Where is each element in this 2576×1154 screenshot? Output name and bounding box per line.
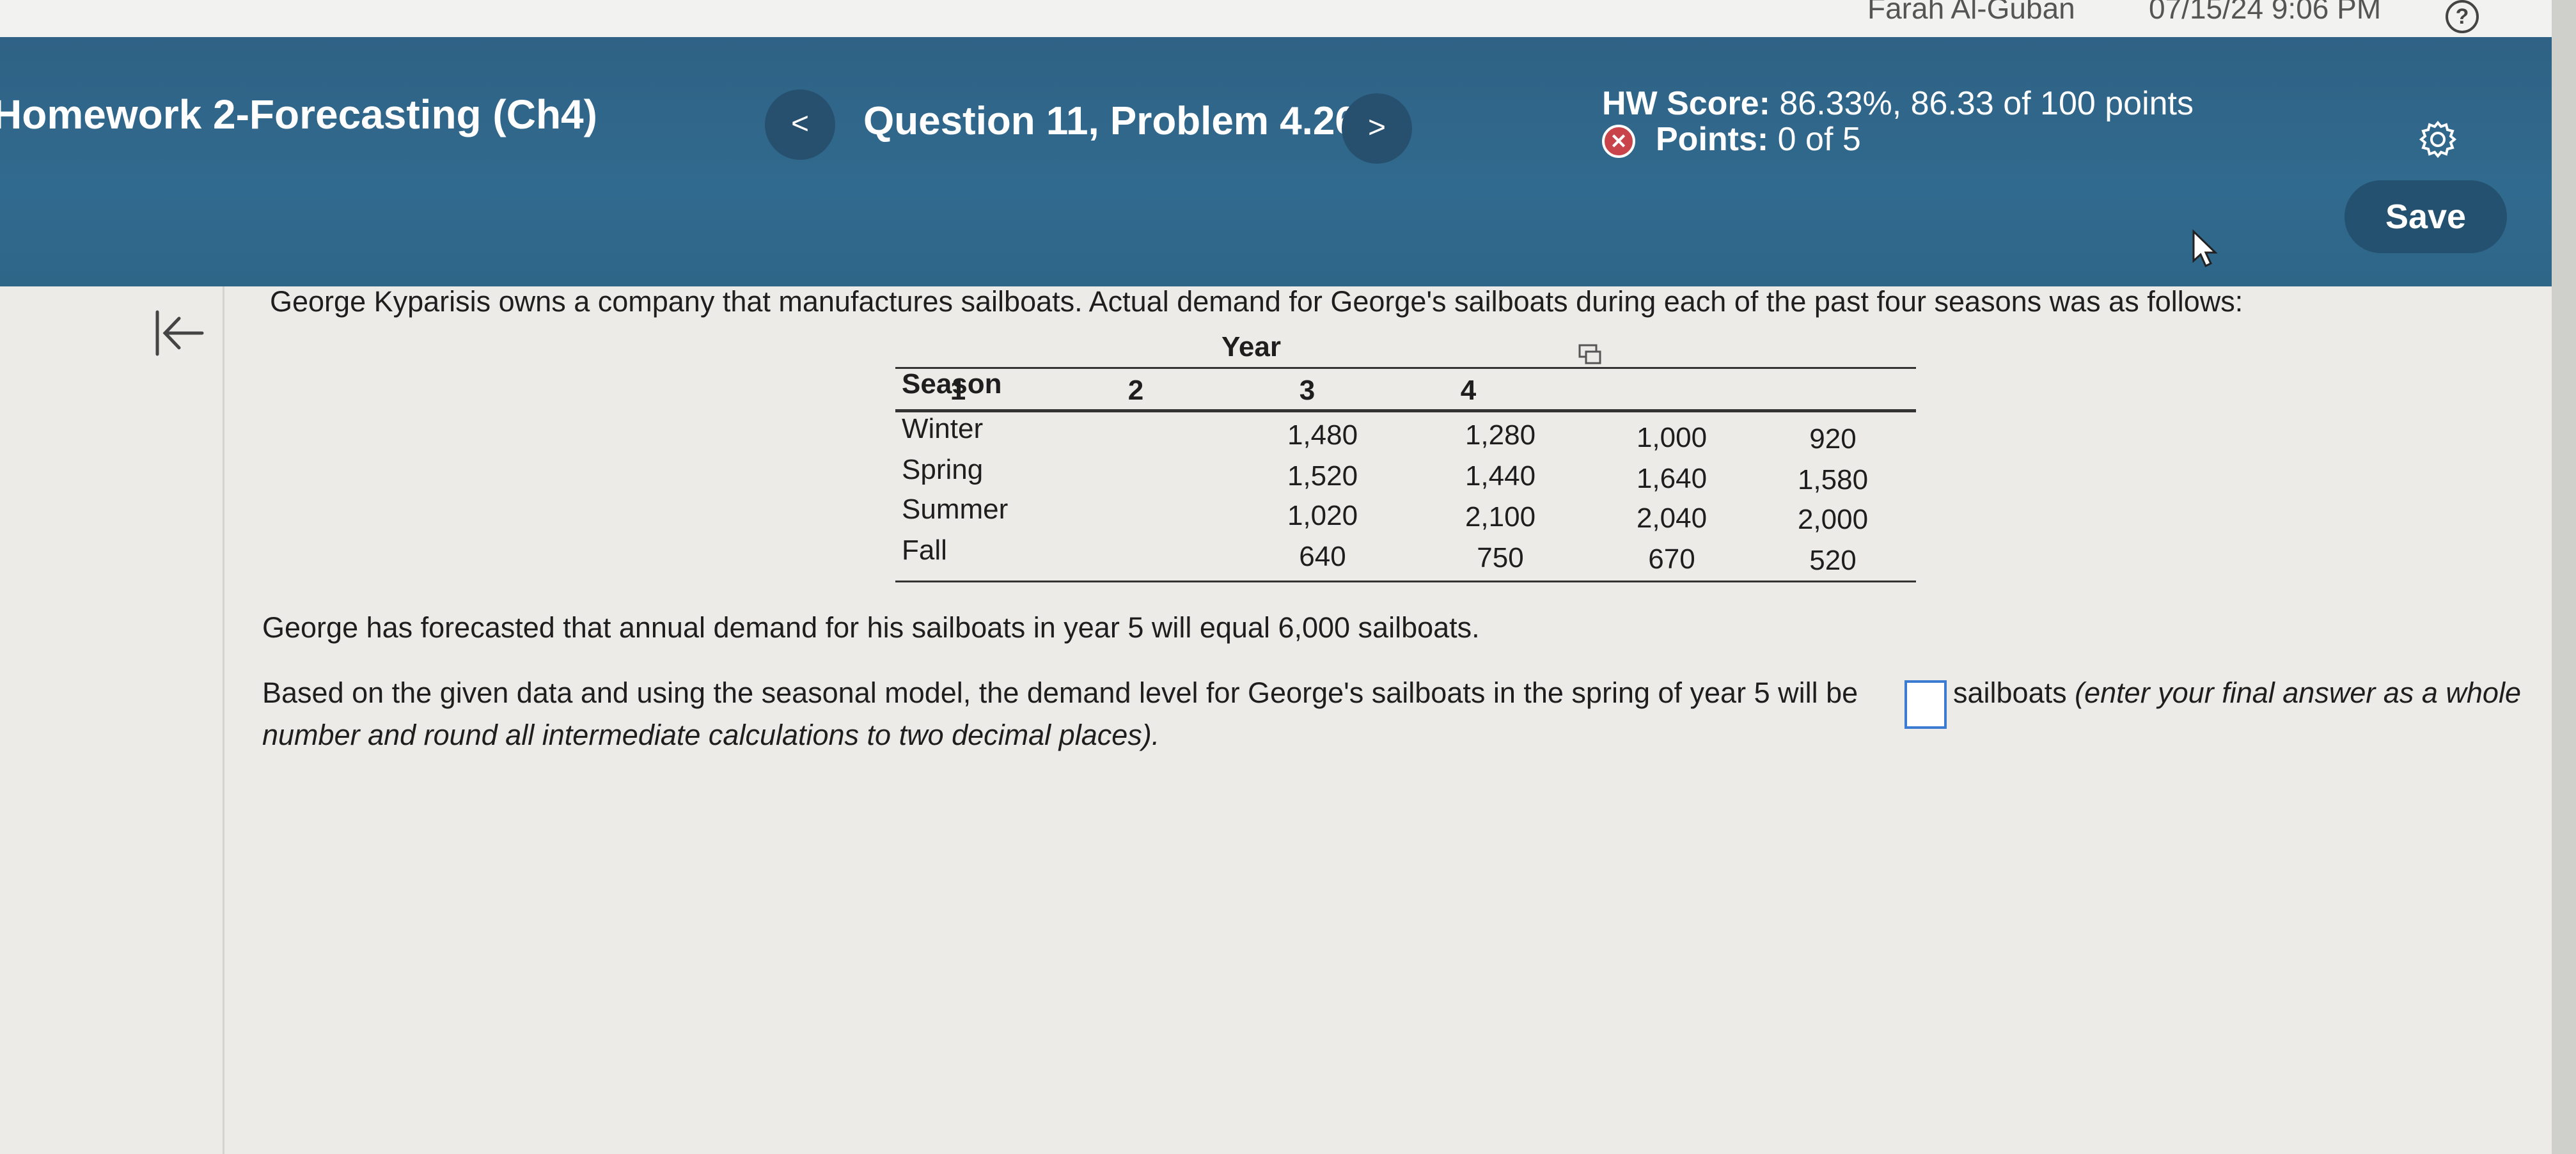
chevron-left-icon: < (790, 107, 810, 141)
points-value: 0 of 5 (1777, 121, 1861, 158)
table-top-rule (895, 367, 1916, 369)
previous-question-button[interactable]: < (765, 90, 835, 160)
hw-score-value: 86.33%, 86.33 of 100 points (1779, 85, 2194, 122)
hw-score-label: HW Score: (1602, 85, 1770, 122)
year-4-header: 4 (1460, 375, 1477, 406)
collapse-panel-icon[interactable] (151, 304, 208, 362)
screen: Farah Al-Guban 07/15/24 9:06 PM ? Homewo… (0, 0, 2552, 1154)
gear-icon[interactable] (2417, 119, 2458, 160)
value-cell: 1,520 (1287, 460, 1358, 492)
assignment-title: Homework 2-Forecasting (Ch4) (0, 91, 597, 137)
year-header: Year (1221, 331, 1281, 363)
year-1-header: 1 (950, 375, 966, 406)
season-cell: Summer (902, 494, 1009, 525)
value-cell: 1,280 (1465, 419, 1536, 451)
value-cell: 1,580 (1797, 464, 1869, 495)
mouse-cursor-icon (2192, 229, 2218, 268)
question-unit: sailboats (1953, 676, 2067, 709)
left-rail (0, 286, 224, 1154)
problem-intro: George Kyparisis owns a company that man… (270, 285, 2243, 318)
assignment-header (0, 37, 2552, 286)
table-header-rule (895, 409, 1916, 412)
value-cell: 520 (1809, 545, 1857, 576)
points-label: Points: (1656, 121, 1769, 158)
value-cell: 1,480 (1287, 419, 1358, 451)
chevron-right-icon: > (1367, 111, 1386, 144)
help-icon[interactable]: ? (2446, 0, 2479, 33)
system-bar: Farah Al-Guban 07/15/24 9:06 PM ? (0, 0, 2552, 40)
user-name: Farah Al-Guban (1867, 0, 2075, 25)
copy-table-icon[interactable] (1577, 341, 1603, 367)
question-title: Question 11, Problem 4.26 (863, 99, 1357, 143)
hw-score: HW Score: 86.33%, 86.33 of 100 points (1602, 84, 2194, 123)
year-2-header: 2 (1127, 375, 1144, 406)
season-cell: Spring (902, 454, 984, 485)
question-note-line2: number and round all intermediate calcul… (262, 719, 1160, 751)
value-cell: 1,640 (1636, 463, 1708, 494)
value-cell: 2,040 (1636, 503, 1708, 534)
value-cell: 640 (1299, 541, 1346, 572)
screen-bezel (2552, 0, 2576, 1154)
question-unit-line: sailboats (enter your final answer as a … (1953, 676, 2521, 710)
question-note-line1: (enter your final answer as a whole (2075, 676, 2521, 709)
forecast-statement: George has forecasted that annual demand… (262, 611, 1480, 644)
answer-input[interactable] (1905, 680, 1947, 729)
next-question-button[interactable]: > (1342, 93, 1412, 164)
points-row: ✕ Points: 0 of 5 (1602, 120, 1861, 159)
table-bottom-rule (895, 581, 1916, 582)
question-note-continued: number and round all intermediate calcul… (262, 719, 1159, 752)
value-cell: 670 (1648, 543, 1695, 575)
value-cell: 2,100 (1465, 501, 1536, 533)
season-cell: Fall (902, 534, 947, 566)
datetime: 07/15/24 9:06 PM (2149, 0, 2382, 25)
incorrect-x-icon: ✕ (1602, 125, 1635, 159)
value-cell: 750 (1477, 542, 1524, 573)
save-button[interactable]: Save (2344, 180, 2507, 253)
value-cell: 1,440 (1465, 460, 1536, 492)
value-cell: 2,000 (1797, 504, 1869, 535)
value-cell: 1,000 (1636, 422, 1708, 453)
season-cell: Winter (902, 413, 984, 444)
value-cell: 1,020 (1287, 500, 1358, 531)
value-cell: 920 (1809, 423, 1857, 455)
question-prompt: Based on the given data and using the se… (262, 676, 1858, 709)
year-3-header: 3 (1299, 375, 1315, 406)
